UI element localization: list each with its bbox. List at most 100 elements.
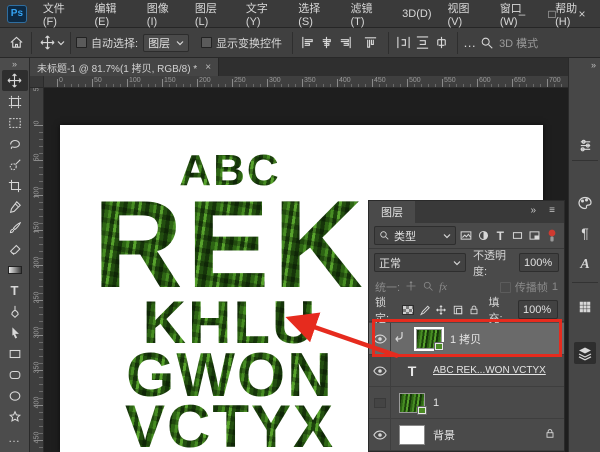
- filter-type-layers-icon[interactable]: T: [493, 228, 507, 244]
- filter-pixel-layers-icon[interactable]: [459, 228, 473, 244]
- menu-filter[interactable]: 滤镜(T): [343, 0, 395, 28]
- custom-shape-tool[interactable]: [2, 406, 28, 427]
- ruler-tick-label: 550: [444, 77, 456, 84]
- home-icon[interactable]: [6, 33, 26, 53]
- libraries-panel-icon[interactable]: [574, 296, 596, 318]
- visibility-toggle[interactable]: [369, 419, 391, 451]
- filter-type-dropdown[interactable]: 类型: [374, 226, 456, 245]
- filter-smart-objects-icon[interactable]: [528, 228, 542, 244]
- menu-layer[interactable]: 图层(L): [187, 0, 238, 28]
- blend-mode-dropdown[interactable]: 正常: [374, 253, 466, 272]
- artboard-tool[interactable]: [2, 91, 28, 112]
- filter-shape-layers-icon[interactable]: [510, 228, 524, 244]
- move-tool-option-icon[interactable]: [37, 33, 57, 53]
- dock-collapse-icon[interactable]: »: [591, 60, 596, 70]
- rectangular-marquee-tool[interactable]: [2, 112, 28, 133]
- lock-all-icon[interactable]: [468, 303, 481, 317]
- tab-close-icon[interactable]: ×: [205, 62, 211, 73]
- auto-select-dropdown[interactable]: 图层: [143, 34, 189, 52]
- extras-ellipsis-icon[interactable]: …: [463, 35, 477, 50]
- photoshop-window: Ps 文件(F) 编辑(E) 图像(I) 图层(L) 文字(Y) 选择(S) 滤…: [0, 0, 600, 452]
- layers-tab[interactable]: 图层: [369, 201, 415, 223]
- auto-select-label: 自动选择:: [91, 35, 138, 51]
- unify-position-icon[interactable]: [405, 280, 417, 295]
- window-controls: – □ ×: [514, 0, 596, 28]
- fill-value[interactable]: 100%: [518, 300, 558, 319]
- filter-toggle-icon[interactable]: [545, 228, 559, 244]
- ruler-tick-label: 150: [164, 77, 176, 84]
- brush-tool[interactable]: [2, 217, 28, 238]
- close-button[interactable]: ×: [574, 7, 590, 21]
- lock-image-pixels-icon[interactable]: [418, 303, 431, 317]
- eyedropper-tool[interactable]: [2, 196, 28, 217]
- align-center-horizontal-icon[interactable]: [319, 35, 334, 50]
- auto-select-checkbox[interactable]: [76, 37, 87, 48]
- layer-name[interactable]: ABC REK...WON VCTYX: [433, 365, 546, 376]
- menu-image[interactable]: 图像(I): [139, 0, 187, 28]
- color-panel-icon[interactable]: [574, 192, 596, 214]
- distribute-centers-icon[interactable]: [434, 35, 449, 50]
- lock-artboard-icon[interactable]: [451, 303, 464, 317]
- unify-visibility-icon[interactable]: [422, 280, 434, 295]
- layer-name[interactable]: 背景: [433, 427, 455, 443]
- pen-tool[interactable]: [2, 301, 28, 322]
- align-right-icon[interactable]: [338, 35, 353, 50]
- lasso-tool[interactable]: [2, 133, 28, 154]
- document-tab[interactable]: 未标题-1 @ 81.7%(1 拷贝, RGB/8) * ×: [30, 58, 219, 76]
- path-selection-tool[interactable]: [2, 322, 28, 343]
- show-transform-checkbox[interactable]: [201, 37, 212, 48]
- character-panel-icon[interactable]: A: [574, 254, 596, 276]
- panel-collapse-icon[interactable]: »: [530, 205, 536, 216]
- minimize-button[interactable]: –: [514, 7, 530, 21]
- menu-3d[interactable]: 3D(D): [394, 0, 439, 28]
- layer-row-background[interactable]: 背景: [369, 419, 564, 451]
- menu-select[interactable]: 选择(S): [290, 0, 342, 28]
- maximize-button[interactable]: □: [544, 7, 560, 21]
- ruler-tick-label: 0: [59, 77, 63, 84]
- edit-toolbar-ellipsis-icon[interactable]: …: [2, 427, 28, 448]
- distribute-horizontal-icon[interactable]: [396, 35, 411, 50]
- layers-panel-icon[interactable]: [574, 342, 596, 364]
- search-icon[interactable]: [477, 33, 497, 53]
- layers-panel-header: 图层 » ≡: [369, 201, 564, 223]
- menu-type[interactable]: 文字(Y): [238, 0, 290, 28]
- ruler-tick-label: 300: [269, 77, 281, 84]
- layer-row-1[interactable]: 1: [369, 387, 564, 419]
- layer-name[interactable]: 1: [433, 397, 439, 409]
- paragraph-panel-icon[interactable]: ¶: [574, 222, 596, 244]
- eraser-tool[interactable]: [2, 238, 28, 259]
- rounded-rectangle-tool[interactable]: [2, 364, 28, 385]
- align-top-icon[interactable]: [363, 35, 378, 50]
- menu-edit[interactable]: 编辑(E): [86, 0, 138, 28]
- properties-panel-icon[interactable]: [574, 134, 596, 156]
- filter-adjustment-layers-icon[interactable]: [476, 228, 490, 244]
- visibility-toggle-off[interactable]: [369, 387, 391, 419]
- layer-thumbnail[interactable]: [399, 393, 425, 413]
- lock-position-icon[interactable]: [435, 303, 448, 317]
- toolbar-collapse-icon[interactable]: »: [12, 58, 17, 70]
- canvas-text-line: VCTYX: [60, 397, 400, 452]
- rectangle-tool[interactable]: [2, 343, 28, 364]
- chevron-down-icon[interactable]: [57, 40, 65, 46]
- gradient-tool[interactable]: [2, 259, 28, 280]
- align-left-icon[interactable]: [300, 35, 315, 50]
- menu-view[interactable]: 视图(V): [440, 0, 492, 28]
- crop-tool[interactable]: [2, 175, 28, 196]
- menu-file[interactable]: 文件(F): [35, 0, 87, 28]
- panel-menu-icon[interactable]: ≡: [549, 205, 556, 216]
- ruler-tick-label: 300: [34, 326, 41, 340]
- type-tool[interactable]: T: [2, 280, 28, 301]
- ellipse-tool[interactable]: [2, 385, 28, 406]
- blend-mode-row: 正常 不透明度: 100%: [369, 249, 564, 276]
- ruler-corner: [30, 76, 44, 88]
- unify-style-icon[interactable]: fx: [439, 281, 447, 293]
- workspace-mode-label[interactable]: 3D 模式: [499, 35, 538, 51]
- quick-selection-tool[interactable]: [2, 154, 28, 175]
- smart-object-badge-icon: [417, 406, 427, 415]
- move-tool[interactable]: [2, 70, 28, 91]
- opacity-value[interactable]: 100%: [519, 253, 559, 272]
- propagate-frame-checkbox[interactable]: [500, 282, 511, 293]
- distribute-vertical-icon[interactable]: [415, 35, 430, 50]
- ruler-tick-label: 0: [34, 116, 41, 130]
- layer-thumbnail[interactable]: [399, 425, 425, 445]
